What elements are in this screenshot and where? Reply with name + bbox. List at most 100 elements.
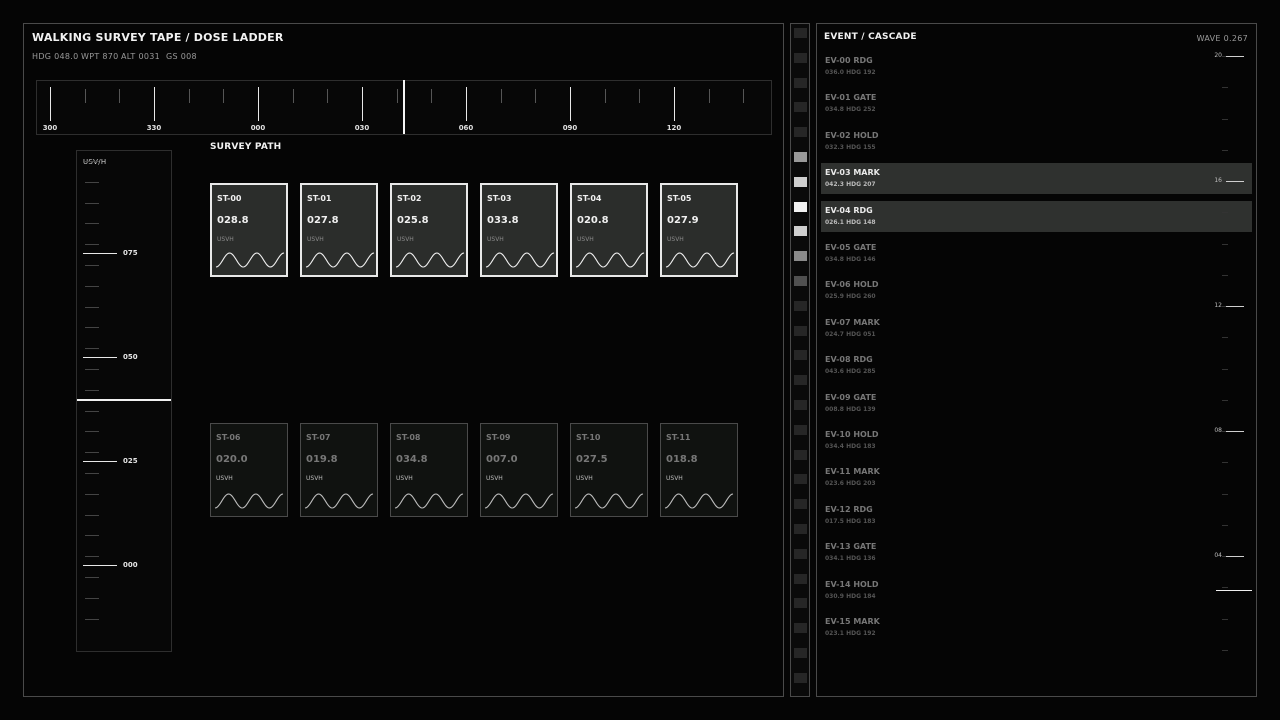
event-row[interactable]: EV-13 GATE 034.1 HDG 136 (821, 537, 1252, 568)
strip-frame[interactable] (794, 400, 807, 410)
event-scale-cursor (1216, 590, 1252, 591)
event-scale-label: 20 (1214, 52, 1222, 59)
tape-tick-label: 120 (666, 124, 682, 132)
strip-frame[interactable] (794, 474, 807, 485)
strip-frame[interactable] (794, 623, 807, 634)
station-waveform (484, 493, 554, 509)
station-unit: USVH (576, 475, 593, 482)
station-card[interactable]: ST-10 027.5 USVH (570, 423, 648, 517)
station-card[interactable]: ST-01 027.8 USVH (300, 183, 378, 277)
ladder-major-tick (83, 461, 117, 462)
event-row[interactable]: EV-06 HOLD 025.9 HDG 260 (821, 275, 1252, 306)
event-row[interactable]: EV-09 GATE 008.8 HDG 139 (821, 388, 1252, 419)
strip-frame[interactable] (794, 424, 807, 435)
strip-frame[interactable] (794, 449, 807, 460)
tape-major-tick (258, 87, 260, 121)
strip-frame[interactable] (794, 573, 807, 584)
strip-frame[interactable] (794, 251, 807, 262)
tape-minor-tick (396, 89, 398, 103)
strip-frame[interactable] (794, 375, 807, 386)
station-unit: USVH (487, 236, 504, 243)
strip-frame[interactable] (794, 52, 807, 63)
strip-frame[interactable] (794, 548, 807, 559)
station-card[interactable]: ST-06 020.0 USVH (210, 423, 288, 517)
event-scale-minor-tick (1222, 274, 1228, 276)
event-meta: 023.6 HDG 203 (825, 480, 876, 488)
tape-major-tick (466, 87, 468, 121)
event-row[interactable]: EV-05 GATE 034.8 HDG 146 (821, 238, 1252, 269)
event-meta: 023.1 HDG 192 (825, 630, 876, 637)
tape-minor-tick (535, 89, 537, 103)
event-row[interactable]: EV-14 HOLD 030.9 HDG 184 (821, 575, 1252, 606)
strip-frame[interactable] (794, 300, 807, 311)
event-name: EV-00 RDG (825, 56, 873, 65)
event-scale-minor-tick (1222, 462, 1228, 464)
ladder-minor-tick (85, 577, 99, 578)
event-meta: 024.7 HDG 051 (825, 330, 876, 338)
event-row[interactable]: EV-08 RDG 043.6 HDG 285 (821, 350, 1252, 381)
readout-hdg: HDG 048.0 (32, 52, 79, 61)
dose-ladder[interactable]: USV/H 075 050 025 000 (76, 150, 172, 652)
event-row[interactable]: EV-10 HOLD 034.4 HDG 183 (821, 425, 1252, 456)
strip-frame[interactable] (794, 226, 807, 237)
event-row[interactable]: EV-02 HOLD 032.3 HDG 155 (821, 126, 1252, 157)
station-card[interactable]: ST-11 018.8 USVH (660, 423, 738, 517)
strip-frame[interactable] (794, 350, 807, 361)
ladder-minor-tick (85, 597, 99, 599)
station-unit: USVH (666, 475, 683, 482)
station-card[interactable]: ST-04 020.8 USVH (570, 183, 648, 277)
event-row[interactable]: EV-11 MARK 023.6 HDG 203 (821, 462, 1252, 493)
strip-frame[interactable] (794, 152, 807, 162)
station-dose-value: 007.0 (486, 454, 518, 465)
heading-cursor (403, 80, 405, 134)
tape-minor-tick (119, 89, 121, 103)
station-unit: USVH (216, 475, 233, 482)
strip-frame[interactable] (794, 524, 807, 534)
event-scale-label: 12 (1214, 302, 1222, 309)
event-scale-minor-tick (1222, 493, 1228, 495)
station-card[interactable]: ST-02 025.8 USVH (390, 183, 468, 277)
event-row[interactable]: EV-00 RDG 036.0 HDG 192 (821, 51, 1252, 82)
tape-tick-label: 300 (42, 124, 58, 132)
station-card[interactable]: ST-08 034.8 USVH (390, 423, 468, 517)
strip-frame[interactable] (794, 325, 807, 336)
event-row[interactable]: EV-04 RDG 026.1 HDG 148 (821, 200, 1252, 232)
event-meta: 032.3 HDG 155 (825, 143, 876, 151)
event-meta: 034.8 HDG 252 (825, 106, 876, 114)
tape-tick-label: 330 (146, 124, 162, 132)
strip-frame[interactable] (794, 598, 807, 609)
strip-frame[interactable] (794, 648, 807, 658)
event-row[interactable]: EV-01 GATE 034.8 HDG 252 (821, 88, 1252, 119)
strip-frame[interactable] (794, 672, 807, 683)
event-row[interactable]: EV-12 RDG 017.5 HDG 183 (821, 500, 1252, 531)
event-row[interactable]: EV-15 MARK 023.1 HDG 192 (821, 612, 1252, 643)
tape-tick-label: 060 (458, 124, 474, 132)
strip-frame[interactable] (794, 77, 807, 88)
event-name: EV-10 HOLD (825, 430, 879, 439)
station-card[interactable]: ST-00 028.8 USVH (210, 183, 288, 277)
strip-frame[interactable] (794, 201, 807, 212)
event-name: EV-04 RDG (825, 205, 873, 215)
station-card[interactable]: ST-09 007.0 USVH (480, 423, 558, 517)
heading-tape[interactable]: 300 330 000 030 060 090 120 (36, 80, 772, 135)
ladder-minor-tick (85, 389, 99, 391)
strip-frame[interactable] (794, 28, 807, 38)
frame-strip[interactable] (790, 23, 810, 697)
station-id: ST-00 (217, 194, 242, 203)
station-card[interactable]: ST-05 027.9 USVH (660, 183, 738, 277)
station-waveform (664, 493, 734, 509)
strip-frame[interactable] (794, 176, 807, 187)
ladder-minor-tick (85, 202, 99, 204)
event-row[interactable]: EV-03 MARK 042.3 HDG 207 (821, 163, 1252, 195)
event-scale-major-tick (1226, 56, 1244, 57)
strip-frame[interactable] (794, 499, 807, 510)
strip-frame[interactable] (794, 102, 807, 113)
event-row[interactable]: EV-07 MARK 024.7 HDG 051 (821, 313, 1252, 344)
strip-frame[interactable] (794, 276, 807, 286)
station-id: ST-06 (216, 433, 241, 442)
station-card[interactable]: ST-03 033.8 USVH (480, 183, 558, 277)
station-card[interactable]: ST-07 019.8 USVH (300, 423, 378, 517)
ladder-minor-tick (85, 348, 99, 350)
strip-frame[interactable] (794, 127, 807, 138)
event-meta: 034.8 HDG 146 (825, 256, 876, 263)
